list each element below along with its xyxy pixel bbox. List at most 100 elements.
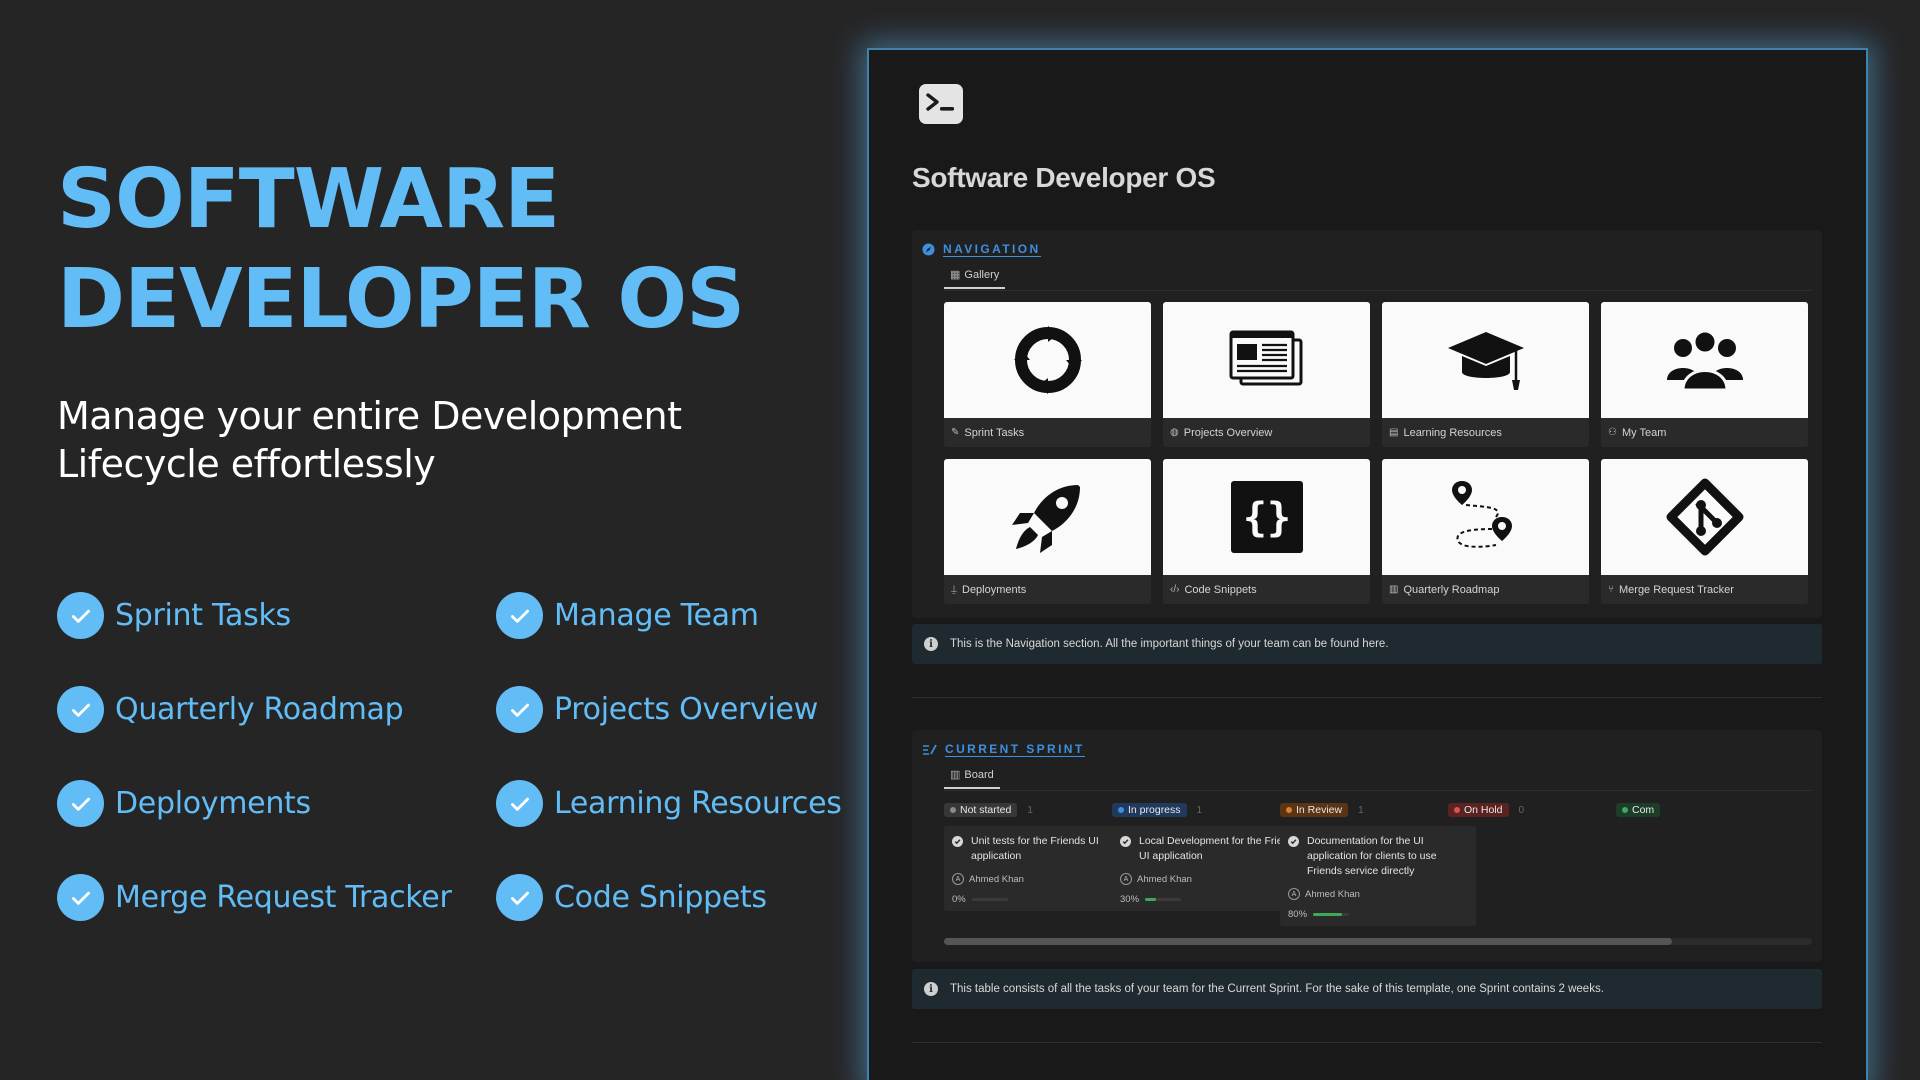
avatar: A <box>952 873 964 885</box>
board-icon: ▥ <box>950 769 961 781</box>
card-label: ⍊ Deployments <box>944 575 1151 604</box>
hero-title-line2: DEVELOPER OS <box>57 252 745 347</box>
status-label: On Hold <box>1464 804 1503 816</box>
column-count: 1 <box>1196 804 1203 816</box>
gallery-card-projects-overview[interactable]: ◍ Projects Overview <box>1163 302 1370 447</box>
feature-label: Manage Team <box>554 598 759 633</box>
column-count: 1 <box>1358 804 1364 816</box>
status-label: In Review <box>1296 804 1343 816</box>
task-card[interactable]: Local Development for the Friends UI app… <box>1112 826 1308 911</box>
check-circle-icon <box>57 686 104 733</box>
gallery-card-code-snippets[interactable]: {} ‹/› Code Snippets <box>1163 459 1370 604</box>
feature-label: Code Snippets <box>554 880 767 915</box>
navigation-section: NAVIGATION ▦ Gallery ✎ Sprint Tasks ◍ Proje… <box>912 230 1822 618</box>
gallery-card-my-team[interactable]: ⚇ My Team <box>1601 302 1808 447</box>
graduation-cap-icon <box>1447 332 1524 390</box>
feature-item: Deployments <box>57 780 496 827</box>
status-label: In progress <box>1128 804 1181 816</box>
gallery-card-quarterly-roadmap[interactable]: ▥ Quarterly Roadmap <box>1382 459 1589 604</box>
hero-title-line1: SOFTWARE <box>57 152 560 247</box>
progress-bar <box>1145 898 1182 901</box>
column-count: 0 <box>1518 804 1525 816</box>
route-icon <box>1451 481 1512 548</box>
feature-label: Sprint Tasks <box>115 598 291 633</box>
hero-title: SOFTWARE DEVELOPER OS <box>57 150 745 350</box>
tab-board[interactable]: ▥ Board <box>944 768 1000 789</box>
app-screenshot-window: Software Developer OS NAVIGATION ▦ Galler… <box>867 48 1868 1080</box>
status-badge[interactable]: On Hold <box>1448 803 1509 817</box>
card-label: ▤ Learning Resources <box>1382 418 1589 447</box>
gallery-card-merge-request-tracker[interactable]: ⑂ Merge Request Tracker <box>1601 459 1808 604</box>
card-label-text: Deployments <box>962 583 1027 596</box>
check-icon <box>952 836 963 847</box>
task-assignee: Ahmed Khan <box>969 873 1024 885</box>
git-icon <box>1666 478 1743 556</box>
card-label: ⑂ Merge Request Tracker <box>1601 575 1808 604</box>
pin-icon: ⍊ <box>951 584 957 595</box>
navigation-callout-text: This is the Navigation section. All the … <box>950 638 1389 650</box>
board-column-complete: Com <box>1616 802 1812 818</box>
avatar: A <box>1288 888 1300 900</box>
gallery-card-learning-resources[interactable]: ▤ Learning Resources <box>1382 302 1589 447</box>
people-icon: ⚇ <box>1608 427 1617 438</box>
terminal-icon[interactable] <box>919 84 963 124</box>
feature-label: Merge Request Tracker <box>115 880 452 915</box>
task-title: Unit tests for the Friends UI applicatio… <box>971 835 1099 862</box>
check-circle-icon <box>496 780 543 827</box>
card-label-text: Quarterly Roadmap <box>1403 583 1500 596</box>
tab-gallery-label: Gallery <box>964 268 1000 281</box>
gallery-card-deployments[interactable]: ⍊ Deployments <box>944 459 1151 604</box>
card-cover: {} <box>1163 459 1370 575</box>
current-sprint-section: CURRENT SPRINT ▥ Board Not started 1 Unit … <box>912 730 1822 962</box>
navigation-gallery: ✎ Sprint Tasks ◍ Projects Overview ▤ Learni… <box>944 302 1808 604</box>
tab-gallery[interactable]: ▦ Gallery <box>944 268 1006 289</box>
svg-text:{}: {} <box>1242 495 1290 541</box>
board-column-not-started: Not started 1 Unit tests for the Friends … <box>944 802 1140 911</box>
board-column-in-progress: In progress 1 Local Development for the F… <box>1112 802 1308 911</box>
scrollbar-thumb[interactable] <box>944 938 1672 945</box>
board-column-on-hold: On Hold 0 <box>1448 802 1644 818</box>
section-divider <box>912 697 1822 698</box>
card-label-text: Code Snippets <box>1184 583 1257 596</box>
gallery-card-sprint-tasks[interactable]: ✎ Sprint Tasks <box>944 302 1151 447</box>
checklist-icon <box>923 744 937 755</box>
check-circle-icon <box>57 780 104 827</box>
task-card[interactable]: Unit tests for the Friends UI applicatio… <box>944 826 1140 911</box>
column-count: 1 <box>1027 804 1033 816</box>
status-badge[interactable]: In Review <box>1280 803 1349 817</box>
card-cover <box>1163 302 1370 418</box>
current-sprint-title[interactable]: CURRENT SPRINT <box>945 742 1085 757</box>
navigation-title[interactable]: NAVIGATION <box>943 242 1041 257</box>
feature-item: Code Snippets <box>496 874 857 921</box>
check-circle-icon <box>57 592 104 639</box>
card-label: ✎ Sprint Tasks <box>944 418 1151 447</box>
status-badge[interactable]: In progress <box>1112 803 1187 817</box>
feature-label: Deployments <box>115 786 311 821</box>
card-cover <box>1601 459 1808 575</box>
tab-divider <box>944 290 1812 291</box>
status-label: Com <box>1632 804 1655 816</box>
status-badge[interactable]: Not started <box>944 803 1018 817</box>
checklist-icon: ✎ <box>951 427 960 438</box>
task-assignee: Ahmed Khan <box>1137 873 1192 885</box>
task-title: Documentation for the UI application for… <box>1307 835 1437 877</box>
task-card[interactable]: Documentation for the UI application for… <box>1280 826 1476 926</box>
card-cover <box>1601 302 1808 418</box>
card-label-text: My Team <box>1621 426 1667 439</box>
card-cover <box>944 459 1151 575</box>
map-icon: ▥ <box>1389 584 1399 595</box>
check-icon <box>1288 836 1299 847</box>
hero-subtitle: Manage your entire Development Lifecycle… <box>57 392 817 488</box>
gallery-icon: ▦ <box>950 269 961 281</box>
board-column-in-review: In Review 1 Documentation for the UI appl… <box>1280 802 1476 926</box>
rocket-icon <box>1011 485 1080 553</box>
status-badge[interactable]: Com <box>1616 803 1661 817</box>
horizontal-scrollbar[interactable] <box>944 938 1812 945</box>
feature-item: Quarterly Roadmap <box>57 686 496 733</box>
check-circle-icon <box>496 686 543 733</box>
feature-list: Sprint Tasks Manage Team Quarterly Roadm… <box>57 592 857 921</box>
feature-label: Quarterly Roadmap <box>115 692 404 727</box>
card-label: ◍ Projects Overview <box>1163 418 1370 447</box>
card-label: ‹/› Code Snippets <box>1163 575 1370 604</box>
task-progress-label: 0% <box>952 894 966 905</box>
